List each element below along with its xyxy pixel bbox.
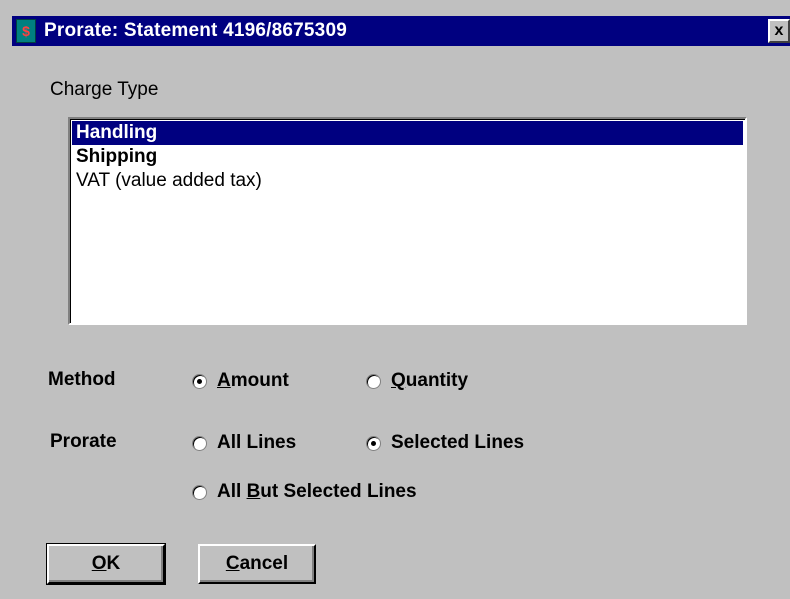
list-item-vat[interactable]: VAT (value added tax) bbox=[72, 169, 743, 193]
cancel-button[interactable]: Cancel bbox=[198, 544, 316, 584]
list-item-handling[interactable]: Handling bbox=[72, 121, 743, 145]
charge-type-listbox[interactable]: Handling Shipping VAT (value added tax) bbox=[68, 117, 747, 325]
prorate-all-lines-label: All Lines bbox=[217, 432, 297, 453]
prorate-all-lines-radio[interactable]: All Lines bbox=[192, 432, 296, 454]
ok-button[interactable]: OK bbox=[46, 543, 166, 585]
close-icon: x bbox=[774, 22, 784, 39]
radio-unchecked-icon bbox=[192, 435, 207, 451]
cancel-button-label: Cancel bbox=[225, 553, 289, 574]
prorate-all-but-selected-radio[interactable]: All But Selected Lines bbox=[192, 481, 417, 503]
title-bar[interactable]: $ Prorate: Statement 4196/8675309 x bbox=[12, 16, 790, 46]
radio-unchecked-icon bbox=[366, 373, 381, 389]
method-quantity-radio[interactable]: Quantity bbox=[366, 370, 468, 392]
prorate-all-but-selected-label: All But Selected Lines bbox=[217, 481, 417, 502]
close-button[interactable]: x bbox=[768, 19, 790, 43]
method-amount-label: Amount bbox=[217, 370, 289, 391]
method-amount-radio[interactable]: Amount bbox=[192, 370, 289, 392]
radio-checked-icon bbox=[366, 435, 381, 451]
list-item-shipping[interactable]: Shipping bbox=[72, 145, 743, 169]
radio-checked-icon bbox=[192, 373, 207, 389]
prorate-selected-lines-label: Selected Lines bbox=[391, 432, 525, 453]
method-label: Method bbox=[48, 369, 116, 390]
dollar-icon: $ bbox=[16, 19, 36, 43]
window-title: Prorate: Statement 4196/8675309 bbox=[44, 20, 347, 41]
radio-unchecked-icon bbox=[192, 484, 207, 500]
prorate-dialog: $ Prorate: Statement 4196/8675309 x Char… bbox=[0, 0, 790, 599]
prorate-selected-lines-radio[interactable]: Selected Lines bbox=[366, 432, 524, 454]
charge-type-label: Charge Type bbox=[50, 79, 159, 100]
prorate-label: Prorate bbox=[50, 431, 117, 452]
method-quantity-label: Quantity bbox=[391, 370, 469, 391]
ok-button-label: OK bbox=[91, 553, 121, 574]
